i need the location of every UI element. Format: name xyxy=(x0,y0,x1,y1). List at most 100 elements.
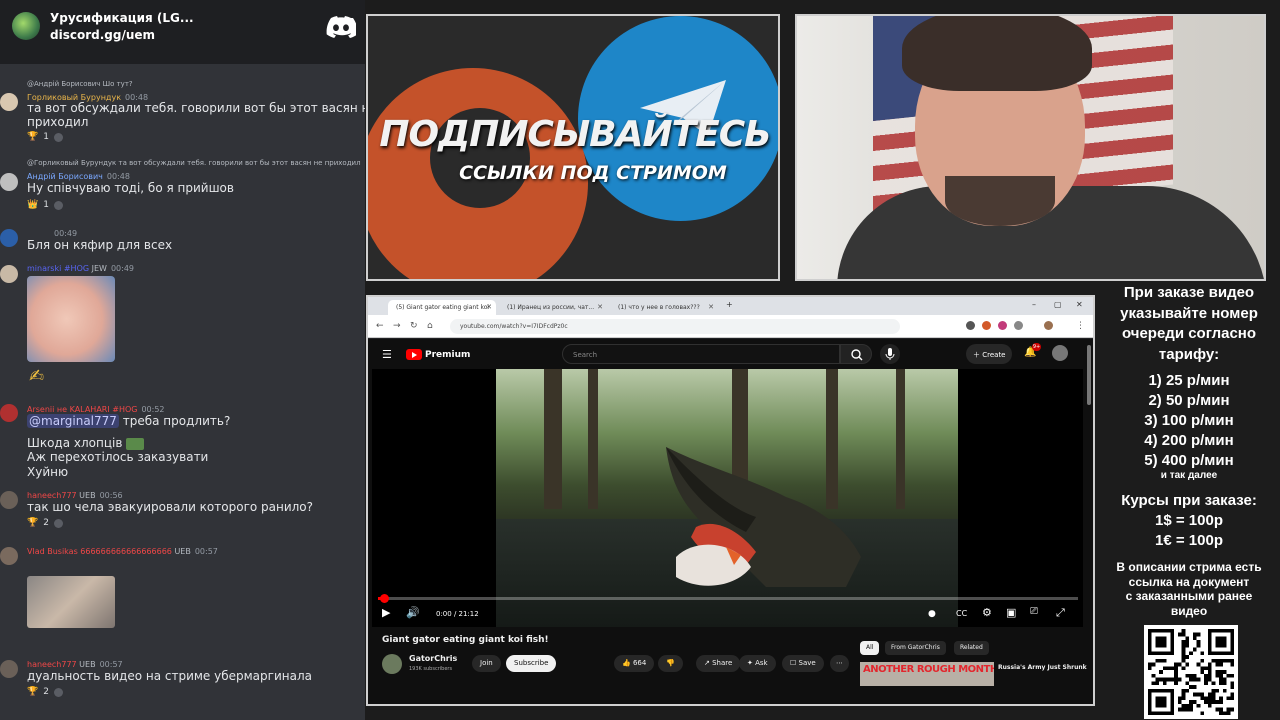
extensions-icon[interactable] xyxy=(1014,321,1023,330)
back-icon[interactable]: ← xyxy=(376,321,384,331)
message-text: так шо чела эвакуировали которого ранило… xyxy=(27,500,314,514)
message-text: @marginal777 треба продлить? xyxy=(27,414,231,428)
server-name: Урусификация (LG... xyxy=(50,11,194,25)
info-line: Курсы при заказе: xyxy=(1121,492,1257,509)
cast-icon[interactable]: ⎚ xyxy=(1030,606,1038,617)
discord-chat-panel: Урусификация (LG... discord.gg/uem @Андр… xyxy=(0,0,365,720)
minimize-icon[interactable]: – xyxy=(1032,300,1036,309)
search-input[interactable]: Search xyxy=(562,344,840,364)
reaction[interactable]: 🏆 1 xyxy=(27,131,63,143)
extension-icon[interactable] xyxy=(966,321,975,330)
account-avatar[interactable] xyxy=(1052,345,1068,361)
add-reaction-icon[interactable] xyxy=(53,687,63,697)
video-player[interactable]: ▶ 🔊 0:00 / 21:12 ● CC ⚙ ▣ ⎚ ⤢ xyxy=(372,369,1083,627)
reaction[interactable]: 🏆 2 xyxy=(27,517,63,529)
reaction[interactable]: 👑 1 xyxy=(27,199,63,211)
channel-name[interactable]: GatorChris xyxy=(409,654,457,663)
avatar[interactable] xyxy=(0,491,18,509)
reaction[interactable]: 🏆 2 xyxy=(27,686,63,698)
add-reaction-icon[interactable] xyxy=(53,132,63,142)
tab-iranian[interactable]: (1) Иранец из россии, чат... ✕ xyxy=(499,300,607,315)
home-icon[interactable]: ⌂ xyxy=(427,321,433,331)
message-author[interactable]: minarski #HOG JEW 00:49 xyxy=(27,264,134,273)
recommended-title[interactable]: Russia's Army Just Shrunk xyxy=(998,663,1088,673)
extension-icon[interactable] xyxy=(998,321,1007,330)
volume-icon[interactable]: 🔊 xyxy=(406,606,420,619)
new-tab-icon[interactable]: + xyxy=(726,300,733,309)
channel-avatar[interactable] xyxy=(382,654,402,674)
close-tab-icon[interactable]: ✕ xyxy=(486,303,492,311)
trophy-icon: 🏆 xyxy=(27,687,39,697)
filter-chip-all[interactable]: All xyxy=(860,641,880,655)
message-author[interactable]: haneech777 UEB 00:56 xyxy=(27,491,123,500)
server-invite-link[interactable]: discord.gg/uem xyxy=(50,28,155,42)
tariff-item: 1) 25 р/мин xyxy=(1148,372,1230,389)
reload-icon[interactable]: ↻ xyxy=(410,321,418,331)
avatar[interactable] xyxy=(0,229,18,247)
share-button[interactable]: ↗ Share xyxy=(696,655,741,672)
avatar[interactable] xyxy=(0,173,18,191)
play-icon[interactable]: ▶ xyxy=(382,606,390,619)
filter-chip-from-channel[interactable]: From GatorChris xyxy=(885,641,946,655)
close-tab-icon[interactable]: ✕ xyxy=(708,303,714,311)
hamburger-menu-icon[interactable]: ☰ xyxy=(382,348,392,361)
tree-trunk xyxy=(588,369,598,509)
save-button[interactable]: ☐ Save xyxy=(782,655,824,672)
maximize-icon[interactable]: ▢ xyxy=(1054,300,1062,309)
message-author[interactable]: haneech777 UEB 00:57 xyxy=(27,660,123,669)
info-line: указывайте номер xyxy=(1120,304,1258,322)
progress-bar[interactable] xyxy=(378,594,1078,603)
ask-button[interactable]: ✦ Ask xyxy=(739,655,776,672)
profile-icon[interactable] xyxy=(1044,321,1053,330)
microphone-icon xyxy=(885,348,895,360)
message-author[interactable]: Андрій Борисович 00:48 xyxy=(27,172,130,181)
captions-icon[interactable]: CC xyxy=(956,609,967,618)
add-reaction-icon[interactable] xyxy=(53,200,63,210)
promo-title: ПОДПИСЫВАЙТЕСЬ xyxy=(379,114,771,155)
like-button[interactable]: 👍 664 xyxy=(614,655,655,672)
info-line: очереди согласно xyxy=(1121,325,1257,342)
create-button[interactable]: ＋ Create xyxy=(966,344,1012,364)
close-window-icon[interactable]: ✕ xyxy=(1076,300,1083,309)
autoplay-toggle-icon[interactable]: ● xyxy=(928,609,936,619)
avatar[interactable] xyxy=(0,404,18,422)
settings-gear-icon[interactable]: ⚙ xyxy=(982,606,992,619)
page-scrollbar[interactable] xyxy=(1087,345,1091,405)
forward-icon[interactable]: → xyxy=(393,321,401,331)
tree-trunk xyxy=(896,369,905,509)
message-author[interactable]: Arsenii не KALAHARI #HOG 00:52 xyxy=(27,405,165,414)
dislike-button[interactable]: 👎 xyxy=(658,655,683,672)
tab-heads[interactable]: (1) что у нее в головах??? ✕ xyxy=(610,300,718,315)
video-frame[interactable] xyxy=(496,369,958,627)
extension-icon[interactable] xyxy=(982,321,991,330)
add-reaction-icon[interactable] xyxy=(53,518,63,528)
miniplayer-icon[interactable]: ▣ xyxy=(1006,606,1016,619)
join-button[interactable]: Join xyxy=(472,655,501,672)
avatar[interactable] xyxy=(0,547,18,565)
gif-attachment[interactable] xyxy=(27,576,115,628)
more-actions-icon[interactable]: ⋯ xyxy=(830,655,849,672)
server-header[interactable]: Урусификация (LG... discord.gg/uem xyxy=(0,0,365,64)
voice-search-button[interactable] xyxy=(880,344,900,364)
close-tab-icon[interactable]: ✕ xyxy=(597,303,603,311)
progress-scrubber[interactable] xyxy=(380,594,389,603)
avatar[interactable] xyxy=(0,93,18,111)
message-author[interactable]: Vlad Busikas 666666666666666666 UEB 00:57 xyxy=(27,547,218,556)
reply-reference[interactable]: @Горликовый Бурундук та вот обсуждали те… xyxy=(27,159,361,167)
youtube-brand[interactable]: Premium xyxy=(425,350,470,360)
reply-reference[interactable]: @Андрій Борисович Шо тут? xyxy=(27,80,133,88)
user-mention[interactable]: @marginal777 xyxy=(27,414,119,428)
avatar[interactable] xyxy=(0,265,18,283)
baby-image-attachment[interactable] xyxy=(27,276,115,362)
url-field[interactable]: youtube.com/watch?v=I7IDFcdPz0c xyxy=(450,319,900,334)
filter-chip-related[interactable]: Related xyxy=(954,641,989,655)
subscribe-button[interactable]: Subscribe xyxy=(506,655,557,672)
fullscreen-icon[interactable]: ⤢ xyxy=(1056,606,1065,620)
browser-menu-icon[interactable]: ⋮ xyxy=(1076,321,1085,331)
streamer-hair xyxy=(902,16,1092,91)
search-button[interactable] xyxy=(840,344,872,364)
recommended-thumbnail[interactable]: ANOTHER ROUGH MONTH xyxy=(860,662,994,686)
writing-hand-sticker: ✍ xyxy=(29,366,45,387)
avatar[interactable] xyxy=(0,660,18,678)
tab-giant-gator[interactable]: (5) Giant gator eating giant koi ✕ xyxy=(388,300,496,315)
